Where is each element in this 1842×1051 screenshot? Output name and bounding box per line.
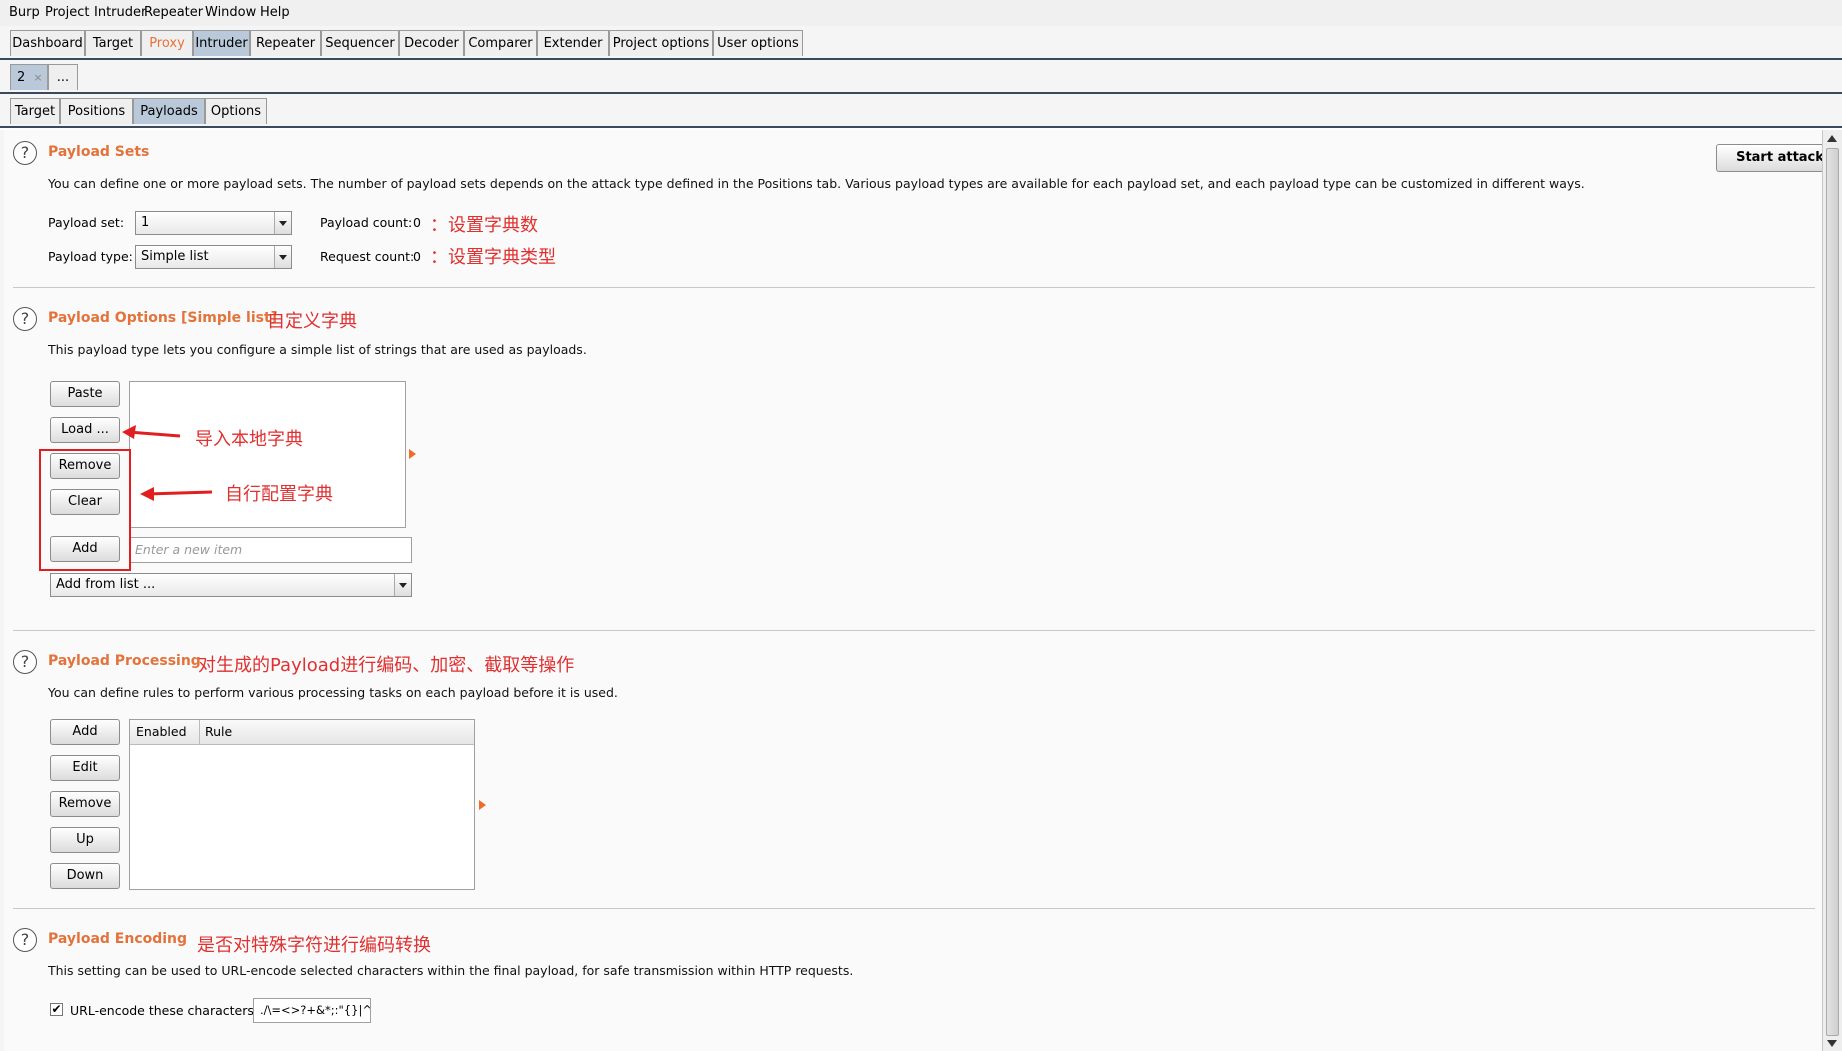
load-button[interactable]: Load ... <box>50 417 120 443</box>
payload-options-description: This payload type lets you configure a s… <box>48 342 587 357</box>
tab-decoder[interactable]: Decoder <box>399 30 464 56</box>
tab-comparer[interactable]: Comparer <box>464 30 537 56</box>
add-rule-button[interactable]: Add <box>50 719 120 745</box>
menu-intruder[interactable]: Intruder <box>94 5 146 20</box>
tab-target[interactable]: Target <box>85 30 141 56</box>
menu-bar: Burp Project Intruder Repeater Window He… <box>0 0 1842 26</box>
menu-burp[interactable]: Burp <box>9 5 40 20</box>
chevron-down-icon <box>274 212 291 234</box>
scroll-thumb[interactable] <box>1826 148 1839 1036</box>
tab-extender[interactable]: Extender <box>537 30 609 56</box>
add-from-list-value: Add from list ... <box>56 577 156 592</box>
vertical-scrollbar[interactable] <box>1822 130 1842 1051</box>
url-encode-characters-input[interactable]: ./\=<>?+&*;:"{}|^` <box>253 998 371 1023</box>
column-rule[interactable]: Rule <box>205 724 232 739</box>
annotation-custom-dictionary: 自定义字典 <box>267 311 357 332</box>
menu-help[interactable]: Help <box>260 5 290 20</box>
help-icon[interactable]: ? <box>13 307 37 331</box>
attack-tab-label: 2 <box>17 70 26 85</box>
help-icon[interactable]: ? <box>13 650 37 674</box>
expand-arrow-icon[interactable] <box>479 800 486 810</box>
subtab-payloads[interactable]: Payloads <box>133 98 205 124</box>
annotation-self-config: 自行配置字典 <box>225 484 333 505</box>
add-from-list-select[interactable]: Add from list ... <box>50 573 412 597</box>
payload-encoding-description: This setting can be used to URL-encode s… <box>48 963 854 978</box>
arrow-annotation-load <box>122 425 181 439</box>
tab-sequencer[interactable]: Sequencer <box>321 30 399 56</box>
up-rule-button[interactable]: Up <box>50 827 120 853</box>
new-item-input[interactable]: Enter a new item <box>129 537 412 563</box>
section-divider <box>13 630 1815 631</box>
close-icon[interactable]: × <box>33 71 42 84</box>
subtab-positions[interactable]: Positions <box>60 98 133 124</box>
tab-user-options[interactable]: User options <box>713 30 803 56</box>
payload-sets-title: Payload Sets <box>48 144 150 160</box>
payload-sets-description: You can define one or more payload sets.… <box>48 176 1585 191</box>
column-divider <box>199 720 200 744</box>
annotation-payload-type: ：设置字典类型 <box>430 247 556 268</box>
payload-encoding-title: Payload Encoding <box>48 931 188 947</box>
tab-project-options[interactable]: Project options <box>609 30 713 56</box>
annotation-payload-count: ：设置字典数 <box>430 215 538 236</box>
subtab-options[interactable]: Options <box>205 98 267 124</box>
chevron-down-icon <box>394 574 411 596</box>
highlight-box <box>39 449 131 571</box>
url-encode-label: URL-encode these characters: <box>70 1003 259 1018</box>
scroll-up-icon[interactable] <box>1827 135 1837 142</box>
annotation-encoding: 是否对特殊字符进行编码转换 <box>197 935 431 956</box>
down-rule-button[interactable]: Down <box>50 863 120 889</box>
annotation-load-local: 导入本地字典 <box>195 429 303 450</box>
payload-count-value: 0 <box>413 215 421 230</box>
subtab-target[interactable]: Target <box>10 98 60 124</box>
menu-repeater[interactable]: Repeater <box>144 5 203 20</box>
payload-processing-description: You can define rules to perform various … <box>48 685 618 700</box>
tab-repeater[interactable]: Repeater <box>250 30 321 56</box>
expand-arrow-icon[interactable] <box>409 449 416 459</box>
menu-project[interactable]: Project <box>45 5 89 20</box>
payload-type-select[interactable]: Simple list <box>135 245 292 269</box>
payload-set-label: Payload set: <box>48 215 125 230</box>
payload-type-label: Payload type: <box>48 249 133 264</box>
edit-rule-button[interactable]: Edit <box>50 755 120 781</box>
remove-rule-button[interactable]: Remove <box>50 791 120 817</box>
payload-processing-title: Payload Processing <box>48 653 201 669</box>
payload-set-select[interactable]: 1 <box>135 211 292 235</box>
request-count-value: 0 <box>413 249 421 264</box>
paste-button[interactable]: Paste <box>50 381 120 407</box>
help-icon[interactable]: ? <box>13 928 37 952</box>
processing-rules-table[interactable]: Enabled Rule <box>129 719 475 890</box>
arrow-annotation-config <box>140 487 213 501</box>
column-enabled[interactable]: Enabled <box>136 724 187 739</box>
section-divider <box>13 908 1815 909</box>
payload-set-value: 1 <box>141 215 150 230</box>
request-count-label: Request count: <box>320 249 415 264</box>
attack-tab-bar: 2 × ... <box>0 60 1842 94</box>
scroll-down-icon[interactable] <box>1827 1040 1837 1047</box>
sub-tab-bar: Target Positions Payloads Options <box>0 94 1842 128</box>
url-encode-checkbox[interactable]: ✔ <box>50 1003 63 1016</box>
payload-type-value: Simple list <box>141 249 209 264</box>
main-tab-bar: Dashboard Target Proxy Intruder Repeater… <box>0 26 1842 60</box>
section-divider <box>13 287 1815 288</box>
tab-dashboard[interactable]: Dashboard <box>10 30 85 56</box>
help-icon[interactable]: ? <box>13 141 37 165</box>
tab-proxy[interactable]: Proxy <box>141 30 193 56</box>
payload-options-title: Payload Options [Simple list] <box>48 310 278 326</box>
tab-intruder[interactable]: Intruder <box>193 30 250 56</box>
chevron-down-icon <box>274 246 291 268</box>
payload-count-label: Payload count: <box>320 215 413 230</box>
menu-window[interactable]: Window <box>205 5 256 20</box>
new-attack-tab[interactable]: ... <box>48 64 78 90</box>
attack-tab-2[interactable]: 2 × <box>10 64 48 90</box>
annotation-processing: 对生成的Payload进行编码、加密、截取等操作 <box>198 655 575 676</box>
